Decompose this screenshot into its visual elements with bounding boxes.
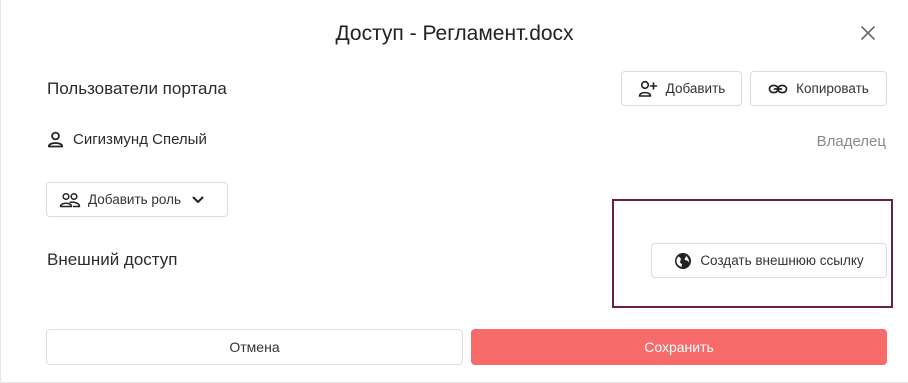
add-user-button[interactable]: Добавить [621, 71, 742, 106]
cancel-button[interactable]: Отмена [46, 329, 463, 365]
add-role-label: Добавить роль [88, 192, 182, 207]
access-dialog: Доступ - Регламент.docx Пользователи пор… [0, 0, 908, 383]
dialog-title: Доступ - Регламент.docx [335, 22, 574, 45]
close-icon [861, 26, 875, 40]
add-role-dropdown[interactable]: Добавить роль [46, 182, 228, 217]
copy-button[interactable]: Копировать [750, 71, 887, 106]
chevron-down-icon [192, 196, 204, 203]
group-icon [59, 192, 81, 207]
copy-label: Копировать [796, 81, 869, 96]
close-button[interactable] [856, 21, 880, 45]
add-user-label: Добавить [665, 81, 726, 96]
user-name: Сигизмунд Спелый [73, 131, 207, 148]
person-icon [47, 131, 64, 148]
globe-icon [675, 252, 692, 269]
add-person-icon [638, 80, 657, 97]
portal-users-label: Пользователи портала [47, 79, 227, 98]
user-row: Сигизмунд Спелый [47, 131, 207, 148]
save-button[interactable]: Сохранить [471, 329, 887, 365]
create-external-link-label: Создать внешнюю ссылку [700, 253, 864, 268]
user-role: Владелец [816, 133, 886, 150]
create-external-link-button[interactable]: Создать внешнюю ссылку [651, 243, 887, 278]
link-icon [768, 84, 788, 93]
external-access-label: Внешний доступ [47, 250, 178, 269]
